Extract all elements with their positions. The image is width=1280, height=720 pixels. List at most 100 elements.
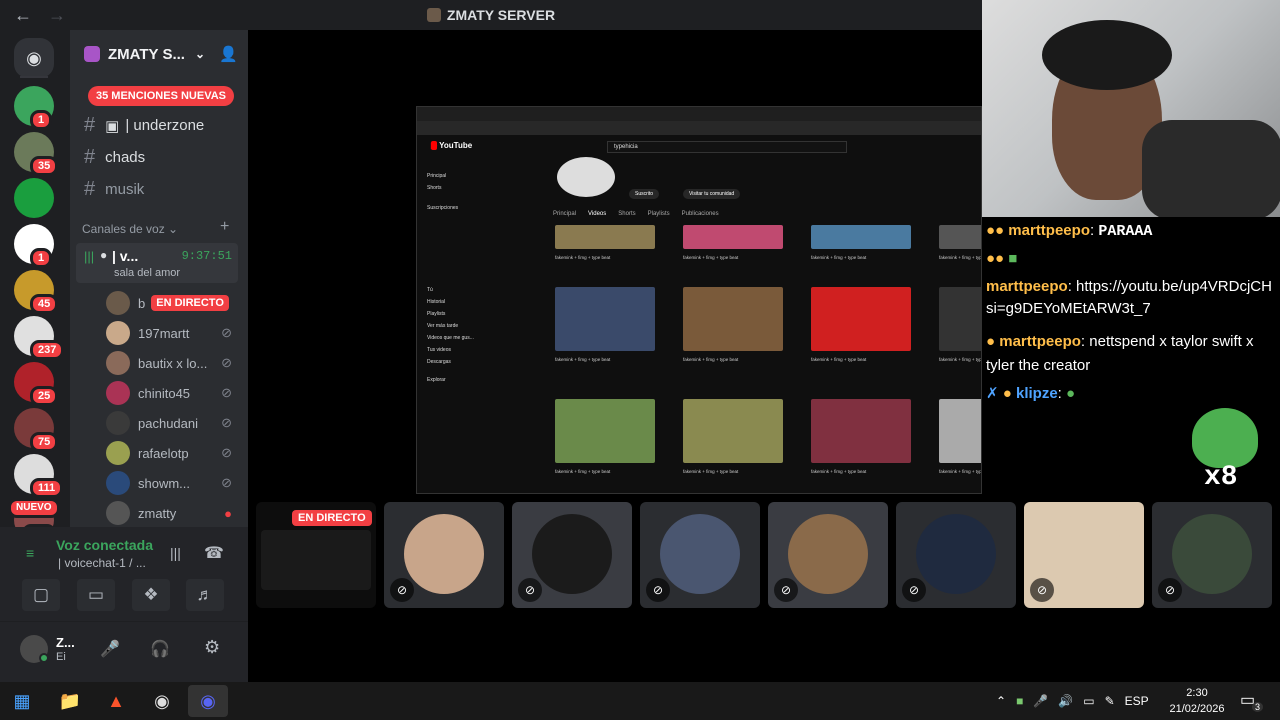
noise-suppression-icon[interactable]: |||: [170, 545, 181, 561]
video-thumbnail[interactable]: [555, 399, 655, 463]
participant-tile[interactable]: ⊘: [640, 502, 760, 608]
voice-user[interactable]: bautix x lo... ⊘: [106, 350, 236, 376]
brave-browser-icon[interactable]: ▲: [96, 685, 136, 717]
channel-underzone[interactable]: # ▣ | underzone: [84, 114, 204, 137]
edit-icon[interactable]: ✎: [1105, 694, 1115, 708]
video-title[interactable]: fakemink + fimg + type beat: [683, 469, 795, 474]
windows-start-icon[interactable]: ▦: [2, 685, 42, 717]
video-thumbnail[interactable]: [811, 399, 911, 463]
chevron-down-icon[interactable]: ⌄: [195, 47, 205, 61]
shared-screen[interactable]: ▶ YouTube typehicia Principal Shorts Susc…: [416, 106, 982, 494]
youtube-logo: ▶ YouTube: [431, 141, 473, 150]
username[interactable]: Z...: [56, 635, 75, 650]
live-badge: EN DIRECTO: [292, 510, 372, 526]
video-title[interactable]: fakemink + fimg + type beat: [683, 357, 795, 362]
voice-user[interactable]: b EN DIRECTO: [106, 290, 236, 316]
participant-tile[interactable]: ⊘: [768, 502, 888, 608]
video-thumbnail[interactable]: [811, 225, 911, 249]
live-badge: EN DIRECTO: [151, 295, 229, 311]
video-thumbnail[interactable]: [555, 287, 655, 351]
chat-message: ●● marttpeepo: PARAAA: [986, 222, 1153, 240]
server-icon[interactable]: [14, 178, 54, 218]
video-thumbnail[interactable]: [939, 225, 981, 249]
video-title[interactable]: fakemink + fimg + type beat: [811, 357, 923, 362]
add-channel-icon[interactable]: +: [220, 218, 229, 236]
mic-muted-icon[interactable]: 🎤: [100, 639, 120, 659]
new-badge: NUEVO: [8, 498, 60, 518]
voice-user[interactable]: showm... ⊘: [106, 470, 236, 496]
activities-icon[interactable]: ❖: [132, 579, 170, 611]
voice-user[interactable]: chinito45 ⊘: [106, 380, 236, 406]
participant-tile[interactable]: ⊘: [512, 502, 632, 608]
discord-taskbar-icon[interactable]: ◉: [188, 685, 228, 717]
voice-channel[interactable]: ||| ● | v... 9:37:51 sala del amor: [76, 243, 238, 283]
mic-muted-icon: ⊘: [221, 325, 232, 340]
obs-icon[interactable]: ◉: [142, 685, 182, 717]
language-indicator[interactable]: ESP: [1125, 694, 1149, 708]
video-thumbnail[interactable]: [939, 399, 981, 463]
disconnect-icon[interactable]: ☎: [204, 543, 224, 563]
participant-tile[interactable]: ⊘: [384, 502, 504, 608]
notification-badge: 237: [30, 340, 65, 360]
participant-tile[interactable]: ⊘: [1024, 502, 1144, 608]
notification-badge: 75: [30, 432, 59, 452]
browser-tabs: [417, 107, 981, 121]
video-thumbnail[interactable]: [683, 287, 783, 351]
video-thumbnail[interactable]: [939, 287, 981, 351]
video-title[interactable]: fakemink + fimg + type beat: [811, 255, 923, 260]
soundboard-icon[interactable]: ♬: [186, 579, 224, 611]
voice-channel-link[interactable]: | voicechat-1 / ...: [58, 556, 146, 570]
server-name: ZMATY S...: [108, 45, 185, 63]
screen-share-icon[interactable]: ▭: [77, 579, 115, 611]
voice-user[interactable]: 197martt ⊘: [106, 320, 236, 346]
video-title[interactable]: fakemink + fimg + type beat: [939, 469, 981, 474]
back-arrow-icon[interactable]: ←: [14, 5, 34, 26]
video-title[interactable]: fakemink + fimg + type beat: [811, 469, 923, 474]
voice-user[interactable]: rafaelotp ⊘: [106, 440, 236, 466]
video-title[interactable]: fakemink + fimg + type beat: [555, 357, 667, 362]
voice-category[interactable]: Canales de voz ⌄ +: [82, 218, 229, 236]
participant-tile[interactable]: ⊘: [1152, 502, 1272, 608]
voice-user[interactable]: pachudani ⊘: [106, 410, 236, 436]
video-thumbnail[interactable]: [683, 399, 783, 463]
emote-icon: ■: [1008, 250, 1018, 267]
add-member-icon[interactable]: 👤: [219, 45, 238, 63]
mentions-pill[interactable]: 35 MENCIONES NUEVAS: [88, 86, 234, 106]
settings-gear-icon[interactable]: ⚙: [204, 637, 220, 658]
video-title[interactable]: fakemink + fimg + type beat: [683, 255, 795, 260]
avatar: [106, 351, 130, 375]
video-title[interactable]: fakemink + fimg + type beat: [939, 357, 981, 362]
discord-home-icon[interactable]: ◉: [14, 38, 54, 78]
voice-user[interactable]: zmatty ●: [106, 500, 236, 526]
video-title[interactable]: fakemink + fimg + type beat: [555, 469, 667, 474]
video-thumbnail[interactable]: [811, 287, 911, 351]
tray-chevron-icon[interactable]: ⌃: [996, 694, 1006, 708]
sword-icon: ✗: [986, 385, 999, 402]
youtube-tabs: Principal Videos Shorts Playlists Public…: [553, 211, 719, 217]
video-title[interactable]: fakemink + fimg + type beat: [555, 255, 667, 260]
channel-chads[interactable]: # chads: [84, 146, 145, 169]
forward-arrow-icon[interactable]: →: [48, 5, 68, 26]
participant-tile[interactable]: ⊘: [896, 502, 1016, 608]
tray-app-icon[interactable]: ■: [1016, 694, 1023, 708]
badge-icon: ●: [1002, 385, 1012, 402]
file-explorer-icon[interactable]: 📁: [50, 685, 90, 717]
microphone-icon[interactable]: 🎤: [1033, 694, 1048, 708]
badge-icon: ●●: [986, 222, 1005, 239]
channel-musik[interactable]: # musik: [84, 178, 144, 201]
clock[interactable]: 2:30 21/02/2026: [1166, 685, 1228, 717]
video-thumbnail[interactable]: [683, 225, 783, 249]
volume-icon[interactable]: 🔊: [1058, 694, 1073, 708]
notification-badge: 35: [30, 156, 59, 176]
user-status: Ei: [56, 651, 66, 663]
camera-off-icon[interactable]: ▢: [22, 579, 60, 611]
muted-mic-icon: ⊘: [390, 578, 414, 602]
server-header[interactable]: ZMATY S... ⌄ 👤: [70, 30, 248, 78]
mic-muted-icon: ⊘: [221, 355, 232, 370]
video-title[interactable]: fakemink + fimg + type beat: [939, 255, 981, 260]
video-thumbnail[interactable]: [555, 225, 655, 249]
chat-message: ✗ ● klipze: ●: [986, 385, 1076, 402]
network-icon[interactable]: ▭: [1083, 694, 1094, 708]
voice-status[interactable]: Voz conectada: [56, 537, 153, 553]
headphones-icon[interactable]: 🎧: [150, 639, 170, 659]
